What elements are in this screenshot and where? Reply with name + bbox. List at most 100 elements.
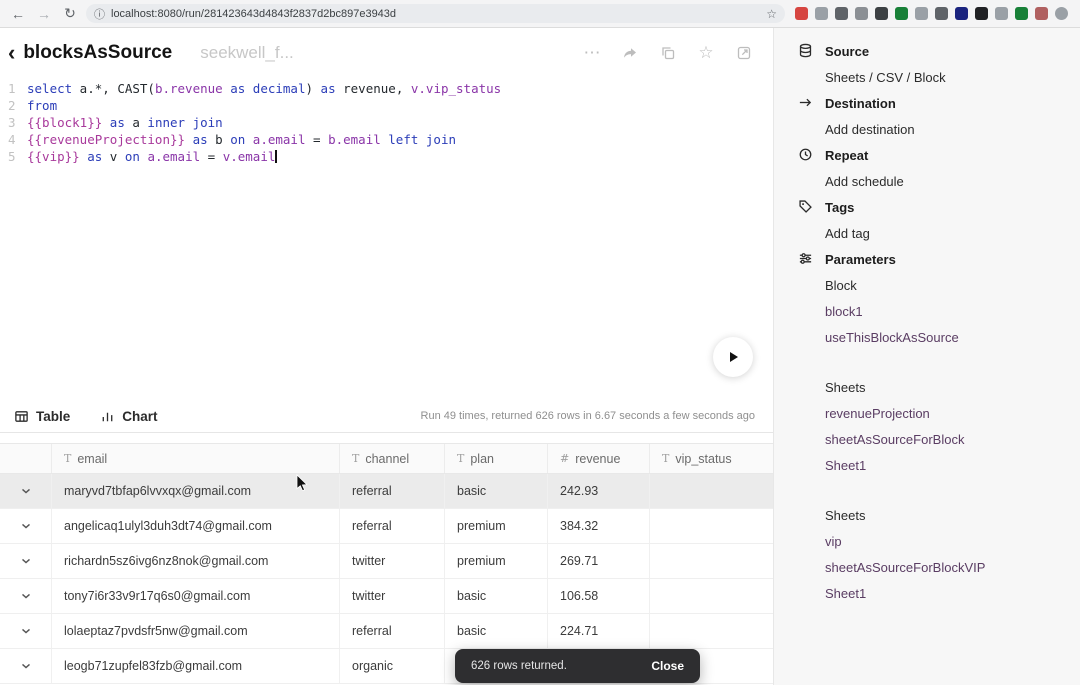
table-row[interactable]: lolaeptaz7pvdsfr5nw@gmail.com referral bas…	[0, 614, 773, 649]
sidebar-item-sheet1[interactable]: Sheet1	[774, 452, 1080, 478]
code-line[interactable]: 4 {{revenueProjection}} as b on a.email =…	[8, 131, 773, 148]
tag-icon	[798, 199, 814, 215]
cell-plan: basic	[445, 614, 548, 648]
code-line[interactable]: 3 {{block1}} as a inner join	[8, 114, 773, 131]
sql-editor[interactable]: 1 select a.*, CAST(b.revenue as decimal) …	[0, 74, 773, 400]
line-number: 4	[8, 132, 16, 147]
browser-refresh-icon[interactable]: ↻	[60, 5, 80, 22]
cell-email: angelicaq1ulyl3duh3dt74@gmail.com	[52, 509, 340, 543]
run-query-button[interactable]	[713, 337, 753, 377]
sidebar-section-label: Tags	[825, 199, 855, 215]
sidebar-item-sheet1[interactable]: Sheet1	[774, 580, 1080, 606]
sidebar-item-sheetassourceforblockvip[interactable]: sheetAsSourceForBlockVIP	[774, 554, 1080, 580]
column-header[interactable]: Tplan	[445, 444, 548, 473]
sidebar-item-vip[interactable]: vip	[774, 528, 1080, 554]
extension-icon[interactable]	[995, 7, 1008, 20]
sidebar: Source Sheets / CSV / Block Destination Add…	[773, 28, 1080, 685]
url-bar[interactable]: ⓘ localhost:8080/run/281423643d4843f2837…	[86, 4, 785, 23]
cell-vip_status	[650, 509, 773, 543]
sidebar-item-add-schedule[interactable]: Add schedule	[774, 168, 1080, 194]
row-expand-chevron-icon[interactable]	[0, 509, 52, 543]
favorite-star-icon[interactable]: ☆	[697, 43, 715, 62]
sidebar-section-repeat[interactable]: Repeat	[774, 142, 1080, 168]
sidebar-item-revenueprojection[interactable]: revenueProjection	[774, 400, 1080, 426]
code-text: from	[27, 98, 58, 113]
extension-icon[interactable]	[975, 7, 988, 20]
more-options-icon[interactable]: ⋯	[583, 43, 601, 62]
code-line[interactable]: 2 from	[8, 97, 773, 114]
mouse-cursor	[296, 474, 308, 492]
row-expand-chevron-icon[interactable]	[0, 649, 52, 683]
cell-channel: referral	[340, 614, 445, 648]
column-header[interactable]: Tchannel	[340, 444, 445, 473]
table-row[interactable]: tony7i6r33v9r17q6s0@gmail.com twitter basi…	[0, 579, 773, 614]
open-in-new-icon[interactable]	[735, 44, 753, 62]
arrow-right-icon	[798, 95, 814, 111]
toast-message: 626 rows returned.	[471, 660, 567, 672]
column-label: plan	[470, 451, 494, 466]
sidebar-section-parameters[interactable]: Parameters	[774, 246, 1080, 272]
browser-forward-icon[interactable]: →	[34, 6, 54, 22]
sidebar-item-add-destination[interactable]: Add destination	[774, 116, 1080, 142]
cell-revenue: 106.58	[548, 579, 650, 613]
table-row[interactable]: maryvd7tbfap6lvvxqx@gmail.com referral bas…	[0, 474, 773, 509]
column-header[interactable]: Tvip_status	[650, 444, 773, 473]
cell-email: leogb71zupfel83fzb@gmail.com	[52, 649, 340, 683]
extension-icon[interactable]	[895, 7, 908, 20]
cell-revenue: 384.32	[548, 509, 650, 543]
sidebar-section-destination[interactable]: Destination	[774, 90, 1080, 116]
play-icon	[730, 352, 738, 362]
sidebar-item-sheets-csv-block[interactable]: Sheets / CSV / Block	[774, 64, 1080, 90]
toast-close-button[interactable]: Close	[651, 659, 684, 673]
back-button[interactable]: ‹	[8, 42, 15, 64]
extension-icon[interactable]	[955, 7, 968, 20]
code-text: {{block1}} as a inner join	[27, 115, 223, 130]
tab-chart-label: Chart	[122, 408, 158, 424]
extension-icon[interactable]	[915, 7, 928, 20]
cell-plan: basic	[445, 474, 548, 508]
sliders-icon	[798, 251, 814, 267]
text-caret	[275, 150, 277, 163]
table-row[interactable]: richardn5sz6ivg6nz8nok@gmail.com twitter p…	[0, 544, 773, 579]
table-header-row: Temail Tchannel Tplan # revenue Tvip_status	[0, 444, 773, 474]
sidebar-item-block1[interactable]: block1	[774, 298, 1080, 324]
extension-icon[interactable]	[1015, 7, 1028, 20]
extension-icon[interactable]	[875, 7, 888, 20]
cell-email: lolaeptaz7pvdsfr5nw@gmail.com	[52, 614, 340, 648]
table-icon	[15, 410, 28, 422]
column-header[interactable]: # revenue	[548, 444, 650, 473]
row-expand-chevron-icon[interactable]	[0, 614, 52, 648]
extension-icon[interactable]	[795, 7, 808, 20]
sidebar-item-add-tag[interactable]: Add tag	[774, 220, 1080, 246]
cell-email: tony7i6r33v9r17q6s0@gmail.com	[52, 579, 340, 613]
copy-icon[interactable]	[659, 44, 677, 62]
sidebar-section-tags[interactable]: Tags	[774, 194, 1080, 220]
share-icon[interactable]	[621, 44, 639, 62]
bookmark-star-icon[interactable]: ☆	[766, 7, 777, 21]
extension-icon[interactable]	[1055, 7, 1068, 20]
sidebar-section-label: Source	[825, 43, 870, 59]
doc-subtitle[interactable]: seekwell_f...	[200, 43, 294, 63]
table-row[interactable]: angelicaq1ulyl3duh3dt74@gmail.com referra…	[0, 509, 773, 544]
extension-icon[interactable]	[855, 7, 868, 20]
code-line[interactable]: 1 select a.*, CAST(b.revenue as decimal) …	[8, 80, 773, 97]
sidebar-section-source[interactable]: Source	[774, 38, 1080, 64]
site-info-icon[interactable]: ⓘ	[94, 6, 105, 22]
code-text: select a.*, CAST(b.revenue as decimal) a…	[27, 81, 502, 96]
sidebar-item-sheetassourceforblock[interactable]: sheetAsSourceForBlock	[774, 426, 1080, 452]
extension-icon[interactable]	[835, 7, 848, 20]
column-header[interactable]: Temail	[52, 444, 340, 473]
sidebar-section-label: Repeat	[825, 147, 869, 163]
extension-icon[interactable]	[935, 7, 948, 20]
row-expand-chevron-icon[interactable]	[0, 474, 52, 508]
sidebar-item-usethisblockassource[interactable]: useThisBlockAsSource	[774, 324, 1080, 350]
browser-back-icon[interactable]: ←	[8, 6, 28, 22]
cell-channel: referral	[340, 474, 445, 508]
row-expand-chevron-icon[interactable]	[0, 544, 52, 578]
code-line[interactable]: 5 {{vip}} as v on a.email = v.email	[8, 148, 773, 165]
extension-icon[interactable]	[1035, 7, 1048, 20]
tab-table[interactable]: Table	[14, 409, 70, 424]
extension-icon[interactable]	[815, 7, 828, 20]
tab-chart[interactable]: Chart	[100, 408, 158, 424]
row-expand-chevron-icon[interactable]	[0, 579, 52, 613]
